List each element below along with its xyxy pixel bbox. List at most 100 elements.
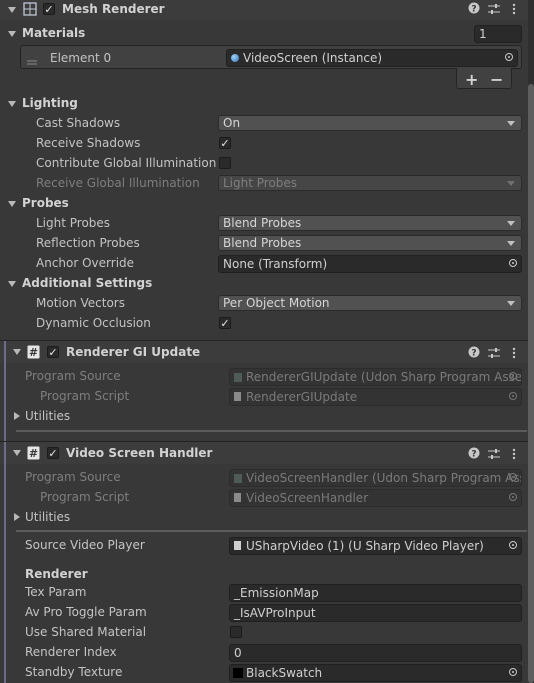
object-picker-icon xyxy=(509,372,517,380)
object-picker-icon[interactable] xyxy=(505,53,513,61)
video-screen-handler-enabled-checkbox[interactable]: ✓ xyxy=(47,447,59,459)
material-sphere-icon xyxy=(231,54,239,62)
materials-count-field[interactable]: 1 xyxy=(474,25,522,43)
foldout-arrow-icon[interactable] xyxy=(13,349,21,355)
dynamic-occlusion-label: Dynamic Occlusion xyxy=(36,316,151,330)
lighting-foldout-icon[interactable] xyxy=(8,101,16,107)
program-source-label: Program Source xyxy=(25,369,121,383)
svg-text:#: # xyxy=(29,346,38,359)
reflection-probes-dropdown[interactable]: Blend Probes xyxy=(218,235,522,251)
utilities-label[interactable]: Utilities xyxy=(25,409,70,423)
udon-asset-icon xyxy=(234,474,242,483)
contribute-gi-label: Contribute Global Illumination xyxy=(36,156,217,170)
anchor-override-field[interactable]: None (Transform) xyxy=(218,255,522,273)
svg-text:?: ? xyxy=(471,450,476,460)
chevron-down-icon xyxy=(507,301,515,306)
program-source-label: Program Source xyxy=(25,470,121,484)
foldout-arrow-icon[interactable] xyxy=(8,7,16,13)
remove-element-button[interactable]: − xyxy=(490,70,503,89)
motion-vectors-label: Motion Vectors xyxy=(36,296,125,310)
standby-texture-label: Standby Texture xyxy=(25,665,123,679)
svg-text:#: # xyxy=(29,447,38,460)
motion-vectors-value: Per Object Motion xyxy=(223,296,330,310)
lighting-label[interactable]: Lighting xyxy=(22,96,78,110)
component-title: Mesh Renderer xyxy=(62,2,165,16)
object-picker-icon xyxy=(509,493,517,501)
context-menu-icon[interactable] xyxy=(512,347,516,362)
renderer-section-header: Renderer xyxy=(25,567,88,581)
context-menu-icon[interactable] xyxy=(512,448,516,463)
help-icon[interactable]: ? xyxy=(468,447,480,462)
object-picker-icon[interactable] xyxy=(509,668,517,676)
cast-shadows-dropdown[interactable]: On xyxy=(218,115,522,131)
tex-param-input[interactable]: _EmissionMap xyxy=(229,584,522,602)
use-shared-material-checkbox[interactable] xyxy=(230,626,242,638)
script-hash-icon: # xyxy=(27,345,40,362)
chevron-down-icon xyxy=(507,221,515,226)
receive-shadows-checkbox[interactable]: ✓ xyxy=(219,137,231,149)
utilities-foldout-icon[interactable] xyxy=(14,412,20,420)
dynamic-occlusion-checkbox[interactable]: ✓ xyxy=(219,317,231,329)
anchor-override-value: None (Transform) xyxy=(223,257,328,271)
program-source-field: RendererGIUpdate (Udon Sharp Program Ass… xyxy=(229,368,522,386)
source-video-player-value: USharpVideo (1) (U Sharp Video Player) xyxy=(246,539,484,553)
object-picker-icon[interactable] xyxy=(509,541,517,549)
program-source-value: RendererGIUpdate (Udon Sharp Program Ass… xyxy=(246,370,522,384)
renderer-index-label: Renderer Index xyxy=(25,645,117,659)
preset-sliders-icon[interactable] xyxy=(488,347,500,362)
renderer-index-input[interactable]: 0 xyxy=(229,644,522,662)
add-element-button[interactable]: + xyxy=(465,70,478,89)
chevron-down-icon xyxy=(507,121,515,126)
reflection-probes-label: Reflection Probes xyxy=(36,236,140,250)
program-script-field: RendererGIUpdate xyxy=(229,388,522,406)
context-menu-icon[interactable] xyxy=(512,3,516,18)
renderer-gi-update-enabled-checkbox[interactable]: ✓ xyxy=(47,346,59,358)
source-video-player-label: Source Video Player xyxy=(25,538,145,552)
texture-swatch-icon xyxy=(233,668,243,678)
script-file-icon xyxy=(234,541,241,550)
mesh-renderer-enabled-checkbox[interactable]: ✓ xyxy=(43,3,55,15)
help-icon[interactable]: ? xyxy=(468,346,480,361)
contribute-gi-checkbox[interactable] xyxy=(219,157,231,169)
udon-asset-icon xyxy=(234,373,242,382)
program-script-label: Program Script xyxy=(40,389,130,403)
light-probes-label: Light Probes xyxy=(36,216,111,230)
preset-sliders-icon[interactable] xyxy=(488,448,500,463)
scrollbar-thumb[interactable] xyxy=(528,84,534,683)
drag-handle-icon[interactable] xyxy=(27,54,37,68)
receive-gi-label: Receive Global Illumination xyxy=(36,176,200,190)
anchor-override-label: Anchor Override xyxy=(36,256,135,270)
source-video-player-field[interactable]: USharpVideo (1) (U Sharp Video Player) xyxy=(229,537,522,555)
svg-text:?: ? xyxy=(471,349,476,359)
avpro-toggle-param-input[interactable]: _IsAVProInput xyxy=(229,604,522,622)
program-script-value: VideoScreenHandler xyxy=(246,491,369,505)
help-icon[interactable]: ? xyxy=(468,2,480,18)
chevron-down-icon xyxy=(507,181,515,186)
receive-gi-dropdown: Light Probes xyxy=(218,175,522,191)
utilities-foldout-icon[interactable] xyxy=(14,513,20,521)
motion-vectors-dropdown[interactable]: Per Object Motion xyxy=(218,295,522,311)
avpro-toggle-param-label: Av Pro Toggle Param xyxy=(25,605,147,619)
foldout-arrow-icon[interactable] xyxy=(13,450,21,456)
material-object-field[interactable]: VideoScreen (Instance) xyxy=(226,49,518,67)
object-picker-icon[interactable] xyxy=(509,259,517,267)
section-divider xyxy=(16,430,527,432)
additional-settings-foldout-icon[interactable] xyxy=(8,281,16,287)
tex-param-label: Tex Param xyxy=(25,585,87,599)
mesh-renderer-icon xyxy=(23,2,37,16)
receive-gi-value: Light Probes xyxy=(223,176,298,190)
probes-label[interactable]: Probes xyxy=(22,196,69,210)
section-divider xyxy=(16,530,527,532)
light-probes-dropdown[interactable]: Blend Probes xyxy=(218,215,522,231)
cast-shadows-value: On xyxy=(223,116,241,130)
svg-text:?: ? xyxy=(471,5,476,15)
standby-texture-field[interactable]: BlackSwatch xyxy=(229,664,522,682)
script-file-icon xyxy=(234,493,241,502)
component-accent-bar xyxy=(4,341,6,443)
utilities-label[interactable]: Utilities xyxy=(25,510,70,524)
probes-foldout-icon[interactable] xyxy=(8,201,16,207)
materials-label[interactable]: Materials xyxy=(22,26,85,40)
preset-sliders-icon[interactable] xyxy=(488,3,500,18)
additional-settings-label[interactable]: Additional Settings xyxy=(22,276,152,290)
materials-foldout-icon[interactable] xyxy=(8,31,16,37)
